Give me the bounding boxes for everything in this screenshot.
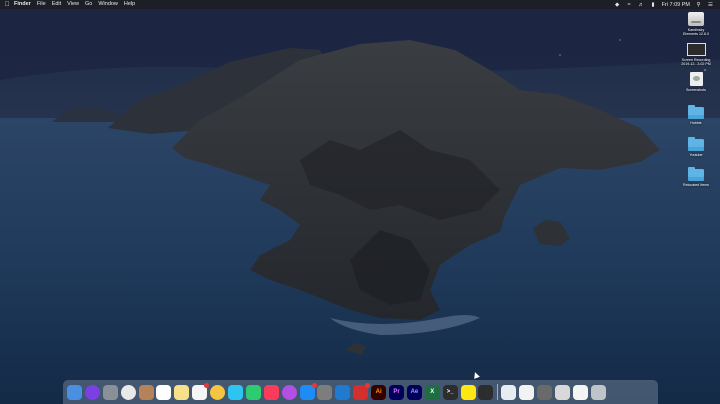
calendar-icon[interactable]	[156, 384, 172, 400]
image-file-icon	[689, 72, 703, 86]
screenshot-stack-icon[interactable]	[537, 384, 553, 400]
menu-go[interactable]: Go	[85, 0, 92, 9]
menu-view[interactable]: View	[67, 0, 79, 9]
desktop-item-drive[interactable]: Kandinsky Elements 12.6.0	[678, 12, 714, 37]
menu-edit[interactable]: Edit	[52, 0, 61, 9]
desktop-item-relocated-items[interactable]: Relocated Items	[678, 167, 714, 187]
antivirus-icon[interactable]	[353, 382, 371, 400]
terminal-icon[interactable]: >_	[442, 384, 458, 400]
desktop-item-label: Screenshots	[686, 88, 706, 92]
desktop-item-label: Relocated Items	[683, 183, 709, 187]
chrome-icon[interactable]	[120, 384, 136, 400]
search-icon[interactable]: ⚲	[695, 2, 702, 8]
facetime-icon[interactable]	[245, 384, 261, 400]
desktop-item-label: Kandinsky Elements 12.6.0	[683, 28, 709, 37]
desktop-wallpaper	[0, 0, 720, 404]
menu-file[interactable]: File	[37, 0, 46, 9]
system-preferences-icon[interactable]	[317, 384, 333, 400]
excel-icon[interactable]: X	[424, 384, 440, 400]
battery-icon[interactable]: ▮	[650, 2, 657, 8]
vscode-icon[interactable]	[335, 384, 351, 400]
wallpaper-image	[0, 0, 720, 404]
downloads-stack-icon[interactable]	[501, 384, 517, 400]
dock-separator	[497, 384, 499, 400]
premiere-icon[interactable]: Pr	[389, 384, 405, 400]
desktop-item-youtube[interactable]: Youtube	[678, 137, 714, 157]
activity-monitor-icon[interactable]	[478, 384, 494, 400]
notification-badge	[365, 382, 371, 388]
notification-badge	[204, 382, 210, 388]
desktop-item-label: Hobbie	[690, 121, 702, 125]
menu-finder[interactable]: Finder	[14, 0, 31, 9]
launchpad-icon[interactable]	[102, 384, 118, 400]
desktop-item-label: Screen Recording 2019-12...3.02 PM	[681, 58, 711, 67]
dock: Ai Pr Ae X >_	[63, 380, 658, 404]
messages-icon[interactable]	[228, 384, 244, 400]
volume-icon[interactable]: ♬	[638, 2, 645, 8]
menu-bar:  Finder File Edit View Go Window Help ◆…	[0, 0, 720, 9]
dropbox-icon[interactable]: ◆	[614, 2, 621, 8]
menu-clock[interactable]: Fri 7:09 PM	[662, 2, 690, 8]
drive-icon	[688, 12, 704, 26]
app-store-icon[interactable]	[299, 382, 317, 400]
desktop-item-hobbie[interactable]: Hobbie	[678, 105, 714, 125]
reminders-icon[interactable]	[192, 382, 210, 400]
menu-window[interactable]: Window	[98, 0, 118, 9]
desktop-item-label: Youtube	[689, 153, 703, 157]
kakaotalk-icon[interactable]	[460, 384, 476, 400]
list-icon[interactable]: ☰	[707, 2, 714, 8]
apple-menu[interactable]: 	[0, 0, 14, 9]
after-effects-icon[interactable]: Ae	[406, 384, 422, 400]
podcasts-icon[interactable]	[281, 384, 297, 400]
desktop-item-screen-recording[interactable]: Screen Recording 2019-12...3.02 PM	[678, 43, 714, 67]
trash-icon[interactable]	[590, 384, 606, 400]
status-area: ◆ ≈ ♬ ▮ Fri 7:09 PM ⚲ ☰	[614, 0, 714, 9]
menu-help[interactable]: Help	[124, 0, 135, 9]
folder-icon	[688, 167, 704, 181]
photos-icon[interactable]	[210, 384, 226, 400]
keyboard-stack-icon[interactable]	[555, 384, 571, 400]
music-icon[interactable]	[263, 384, 279, 400]
folder-icon	[688, 137, 704, 151]
finder-icon[interactable]	[67, 384, 82, 400]
video-file-icon	[686, 43, 706, 56]
wifi-icon[interactable]: ≈	[626, 2, 633, 8]
illustrator-icon[interactable]: Ai	[371, 384, 387, 400]
document-stack-icon[interactable]	[572, 384, 588, 400]
notes-icon[interactable]	[174, 384, 190, 400]
notification-badge	[311, 382, 317, 388]
documents-stack-icon[interactable]	[519, 384, 535, 400]
contacts-icon[interactable]	[138, 384, 154, 400]
siri-icon[interactable]	[84, 384, 100, 400]
folder-icon	[688, 105, 704, 119]
desktop-item-screenshots[interactable]: Screenshots	[678, 72, 714, 92]
